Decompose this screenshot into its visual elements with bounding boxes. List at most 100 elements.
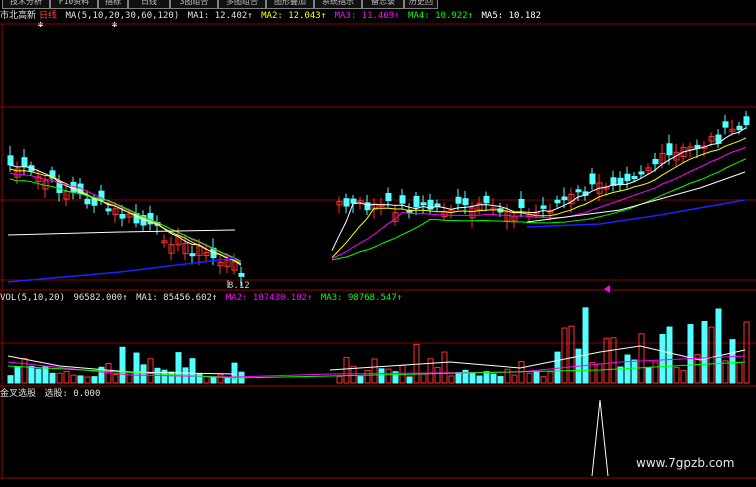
- volume-bar: [140, 364, 147, 384]
- volume-bar: [21, 358, 28, 384]
- candle-body: [652, 158, 659, 165]
- volume-bar: [336, 375, 343, 384]
- signal-info-line: 金叉选股 选股: 0.000: [0, 388, 103, 400]
- volume-bar: [483, 371, 490, 384]
- volume-bar: [434, 366, 441, 384]
- candle-body: [413, 195, 420, 208]
- candle-body: [350, 198, 357, 204]
- candle-body: [455, 196, 462, 204]
- ma-line: [331, 137, 747, 258]
- volume-bar: [77, 375, 84, 384]
- candle-body: [84, 198, 91, 205]
- volume-bar: [490, 373, 497, 384]
- volume-bar: [743, 321, 750, 384]
- volume-bar: [603, 337, 610, 384]
- candle-body: [238, 272, 245, 277]
- volume-bar: [589, 362, 596, 384]
- vol-ma1-value: MA1: 85456.602↑: [136, 293, 218, 303]
- volume-bar: [631, 359, 638, 384]
- ma-line: [526, 171, 746, 223]
- candle-body: [743, 116, 750, 126]
- vol-ma2-value: MA2: 107430.102↑: [225, 293, 313, 303]
- volume-bar: [35, 368, 42, 384]
- candle-body: [610, 177, 617, 186]
- volume-bar: [56, 372, 63, 384]
- volume-bar: [736, 362, 743, 384]
- volume-bar: [701, 321, 708, 384]
- candle-body: [736, 125, 743, 131]
- volume-bar: [161, 369, 168, 384]
- volume-bar: [645, 366, 652, 384]
- volume-bar: [231, 362, 238, 384]
- candle-body: [7, 155, 14, 166]
- candle-body: [540, 205, 547, 209]
- volume-bar: [582, 307, 589, 384]
- volume-bar: [533, 371, 540, 384]
- volume-bar: [70, 374, 77, 384]
- volume-bar: [687, 324, 694, 384]
- candle-body: [617, 177, 624, 185]
- ma-line: [7, 257, 236, 283]
- volume-bar: [540, 376, 547, 384]
- candle-body: [624, 173, 631, 182]
- candle-body: [364, 202, 371, 211]
- volume-bar: [469, 372, 476, 384]
- volume-bar: [448, 375, 455, 384]
- candle-body: [343, 198, 350, 207]
- volume-bar: [722, 360, 729, 384]
- volume-bar: [7, 375, 14, 384]
- volume-bar: [196, 373, 203, 384]
- volume-bar: [455, 371, 462, 384]
- volume-bar: [610, 337, 617, 384]
- volume-bar: [659, 333, 666, 384]
- volume-bar: [14, 366, 21, 384]
- candle-body: [554, 199, 561, 204]
- volume-bar: [133, 352, 140, 384]
- volume-bar: [210, 376, 217, 384]
- signal-value: 选股: 0.000: [44, 389, 101, 399]
- watermark: www.7gpzb.com: [636, 456, 735, 470]
- volume-bar: [168, 371, 175, 384]
- volume-bar: [378, 368, 385, 384]
- volume-bar: [554, 351, 561, 384]
- candle-body: [666, 143, 673, 156]
- volume-bar: [49, 372, 56, 384]
- candle-body: [638, 171, 645, 175]
- volume-bar: [708, 326, 715, 384]
- candle-body: [483, 195, 490, 204]
- low-price-label: 8.12: [228, 281, 250, 291]
- volume-bar: [427, 358, 434, 384]
- volume-bar: [673, 367, 680, 384]
- candle-body: [434, 203, 441, 207]
- candle-body: [518, 198, 525, 209]
- volume-bar: [568, 325, 575, 384]
- candle-body: [21, 157, 28, 167]
- volume-bar: [715, 308, 722, 384]
- candle-body: [722, 121, 729, 128]
- volume-bar: [63, 370, 70, 384]
- volume-bar: [441, 351, 448, 384]
- ma-line: [7, 229, 236, 236]
- volume-bar: [42, 365, 49, 384]
- ma-line: [331, 127, 747, 251]
- volume-bar: [119, 346, 126, 384]
- signal-spike: [591, 399, 609, 477]
- volume-bar: [371, 358, 378, 384]
- volume-bar: [28, 365, 35, 384]
- volume-bar: [385, 368, 392, 384]
- vol-ma3-value: MA3: 98768.547↑: [320, 293, 403, 303]
- candle-body: [462, 198, 469, 206]
- volume-bar: [497, 376, 504, 384]
- marker-icon: [604, 285, 610, 293]
- kline-chart[interactable]: [0, 0, 756, 487]
- candle-body: [385, 193, 392, 202]
- signal-title: 金叉选股: [0, 389, 37, 399]
- volume-bar: [596, 363, 603, 384]
- volume-bar: [476, 375, 483, 384]
- volume-bar: [175, 352, 182, 384]
- volume-bar: [203, 376, 210, 384]
- candle-body: [189, 253, 196, 257]
- vol-value: 96582.000↑: [73, 293, 128, 303]
- candle-body: [119, 214, 126, 219]
- volume-bar: [126, 371, 133, 384]
